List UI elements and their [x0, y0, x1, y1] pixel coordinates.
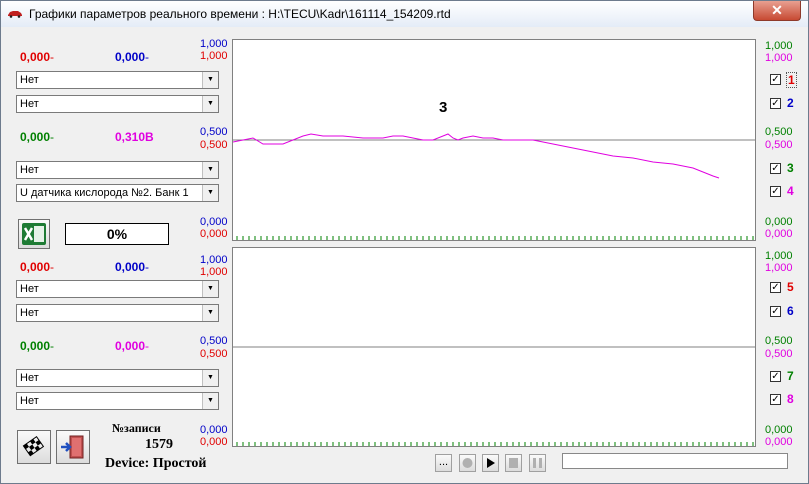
- close-button[interactable]: ✕: [753, 1, 801, 21]
- param-select-3[interactable]: Нет ▼: [16, 161, 219, 179]
- window-title: Графики параметров реального времени : H…: [29, 7, 451, 21]
- device-label: Device: Простой: [105, 456, 207, 471]
- series-checkbox-4[interactable]: ✓: [770, 186, 781, 197]
- axis-right-bot-magenta-2: 0,000: [765, 436, 793, 448]
- series-checkbox-5[interactable]: ✓: [770, 282, 781, 293]
- axis-right-mid-magenta-1: 0,500: [765, 139, 793, 151]
- axis-left-bot-blue-1: 0,000: [200, 216, 228, 228]
- client-area: 0,000- 0,000- Нет ▼ Нет ▼ 0,000- 0,310B Не…: [8, 29, 801, 477]
- series-number-6: 6: [787, 304, 794, 318]
- param-select-2[interactable]: Нет ▼: [16, 95, 219, 113]
- axis-left-top-red-2: 1,000: [200, 266, 228, 278]
- chart-label-3: 3: [439, 99, 448, 116]
- axis-right-top-magenta-1: 1,000: [765, 52, 793, 64]
- axis-left-mid-blue-1: 0,500: [200, 126, 228, 138]
- value-green-2: 0,000-: [20, 339, 55, 353]
- play-icon: [487, 458, 495, 468]
- series-number-8: 8: [787, 392, 794, 406]
- series-number-1: 1: [786, 72, 797, 88]
- record-button[interactable]: [459, 454, 476, 472]
- axis-left-top-blue-2: 1,000: [200, 254, 228, 266]
- chart-panel-2[interactable]: [232, 247, 756, 447]
- chevron-down-icon[interactable]: ▼: [202, 96, 218, 112]
- series-checkbox-6[interactable]: ✓: [770, 306, 781, 317]
- value-magenta-1: 0,310B: [115, 130, 154, 144]
- checkered-flag-icon: [22, 435, 45, 457]
- excel-icon: [22, 223, 46, 245]
- series-number-3: 3: [787, 161, 794, 175]
- value-red-2: 0,000-: [20, 260, 55, 274]
- param-select-7[interactable]: Нет ▼: [16, 369, 219, 387]
- axis-right-top-magenta-2: 1,000: [765, 262, 793, 274]
- exit-button[interactable]: [56, 430, 90, 464]
- axis-right-mid-green-1: 0,500: [765, 126, 793, 138]
- stop-button[interactable]: [505, 454, 522, 472]
- axis-left-mid-blue-2: 0,500: [200, 335, 228, 347]
- param-select-6[interactable]: Нет ▼: [16, 304, 219, 322]
- axis-right-bot-green-2: 0,000: [765, 424, 793, 436]
- axis-left-top-blue-1: 1,000: [200, 38, 228, 50]
- axis-right-mid-green-2: 0,500: [765, 335, 793, 347]
- value-blue-2: 0,000-: [115, 260, 150, 274]
- open-file-button[interactable]: ...: [435, 454, 452, 472]
- series-line-magenta: [233, 133, 720, 179]
- series-checkbox-1[interactable]: ✓: [770, 74, 781, 85]
- chevron-down-icon[interactable]: ▼: [202, 185, 218, 201]
- axis-right-top-green-2: 1,000: [765, 250, 793, 262]
- axis-left-bot-blue-2: 0,000: [200, 424, 228, 436]
- axis-left-bot-red-1: 0,000: [200, 228, 228, 240]
- series-checkbox-2[interactable]: ✓: [770, 98, 781, 109]
- playback-progress-bar[interactable]: [562, 453, 788, 469]
- series-checkbox-7[interactable]: ✓: [770, 371, 781, 382]
- value-blue-1: 0,000-: [115, 50, 150, 64]
- param-select-4[interactable]: U датчика кислорода №2. Банк 1 ▼: [16, 184, 219, 202]
- chevron-down-icon[interactable]: ▼: [202, 370, 218, 386]
- value-green-1: 0,000-: [20, 130, 55, 144]
- chevron-down-icon[interactable]: ▼: [202, 281, 218, 297]
- chart-panel-1[interactable]: 3: [232, 39, 756, 241]
- record-icon: [462, 458, 473, 468]
- series-number-4: 4: [787, 184, 794, 198]
- axis-left-mid-red-1: 0,500: [200, 139, 228, 151]
- chevron-down-icon[interactable]: ▼: [202, 305, 218, 321]
- exit-door-icon: [61, 435, 84, 459]
- series-checkbox-8[interactable]: ✓: [770, 394, 781, 405]
- series-number-5: 5: [787, 280, 794, 294]
- param-select-5[interactable]: Нет ▼: [16, 280, 219, 298]
- series-checkbox-3[interactable]: ✓: [770, 163, 781, 174]
- value-red-1: 0,000-: [20, 50, 55, 64]
- chart-2: [233, 346, 755, 446]
- axis-left-bot-red-2: 0,000: [200, 436, 228, 448]
- chevron-down-icon[interactable]: ▼: [202, 162, 218, 178]
- series-number-7: 7: [787, 369, 794, 383]
- axis-right-bot-green-1: 0,000: [765, 216, 793, 228]
- axis-right-top-green-1: 1,000: [765, 40, 793, 52]
- window: Графики параметров реального времени : H…: [0, 0, 809, 484]
- param-select-8[interactable]: Нет ▼: [16, 392, 219, 410]
- series-number-2: 2: [787, 96, 794, 110]
- axis-right-mid-magenta-2: 0,500: [765, 348, 793, 360]
- title-bar[interactable]: Графики параметров реального времени : H…: [1, 1, 808, 27]
- chevron-down-icon[interactable]: ▼: [202, 72, 218, 88]
- axis-left-mid-red-2: 0,500: [200, 348, 228, 360]
- pause-button[interactable]: [529, 454, 546, 472]
- value-magenta-2: 0,000-: [115, 339, 150, 353]
- param-select-1[interactable]: Нет ▼: [16, 71, 219, 89]
- percent-display: 0%: [65, 223, 169, 245]
- car-icon: [8, 11, 22, 18]
- axis-right-bot-magenta-1: 0,000: [765, 228, 793, 240]
- play-button[interactable]: [482, 454, 499, 472]
- excel-export-button[interactable]: [18, 219, 50, 249]
- chevron-down-icon[interactable]: ▼: [202, 393, 218, 409]
- pause-icon: [533, 458, 542, 468]
- record-label: №записи: [112, 421, 161, 435]
- record-number: 1579: [145, 437, 173, 452]
- stop-icon: [509, 458, 518, 468]
- axis-left-top-red-1: 1,000: [200, 50, 228, 62]
- chart-1: [233, 133, 755, 240]
- finish-flag-button[interactable]: [17, 430, 51, 464]
